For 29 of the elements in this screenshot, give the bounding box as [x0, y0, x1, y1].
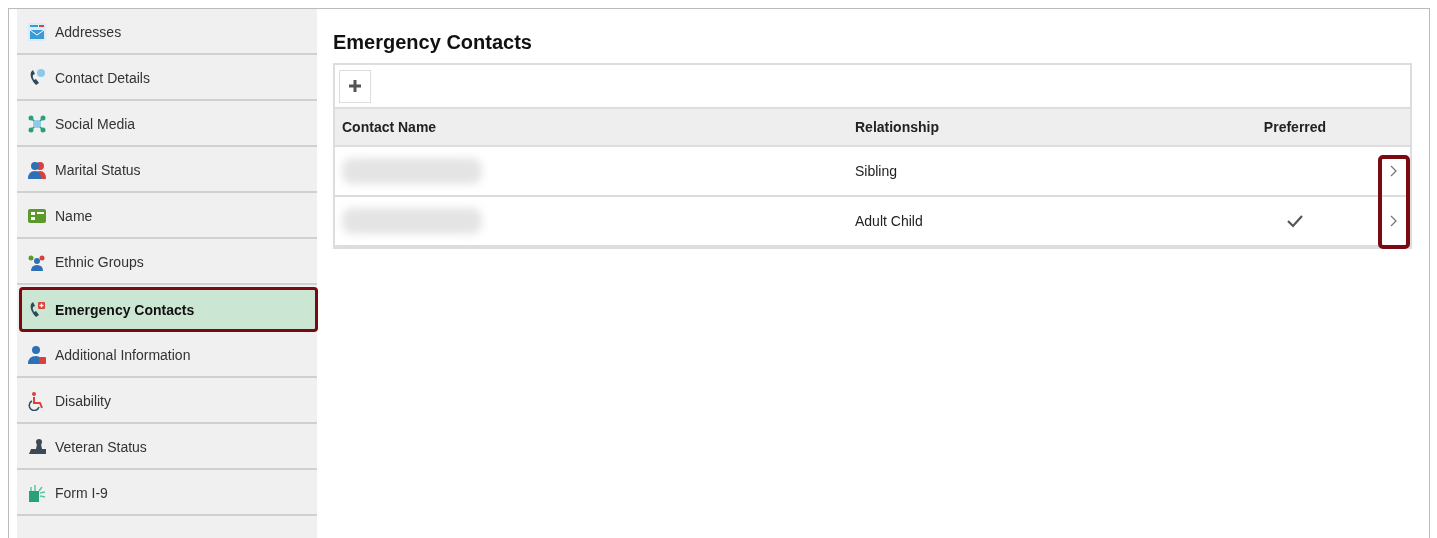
sidebar-item[interactable]: Name [17, 194, 317, 239]
table-cell-text: Sibling [855, 163, 899, 179]
chevron-right-icon[interactable] [1390, 215, 1398, 227]
plus-icon [347, 78, 363, 94]
sidebar-item[interactable]: Veteran Status [17, 425, 317, 470]
people-icon [27, 159, 47, 180]
person-icon [27, 344, 47, 365]
column-header: Contact Name [341, 119, 438, 135]
sidebar-item[interactable]: Marital Status [17, 148, 317, 193]
envelope-card-icon [27, 21, 47, 42]
page-title: Emergency Contacts [333, 31, 533, 54]
sidebar-item[interactable]: Addresses [17, 10, 317, 55]
sidebar-item[interactable]: Form I-9 [17, 471, 317, 516]
table-row[interactable]: Sibling [335, 147, 1410, 197]
network-icon [27, 113, 47, 134]
sidebar-item[interactable]: Additional Information [17, 333, 317, 378]
column-header: Relationship [855, 119, 940, 135]
sidebar-item[interactable]: Emergency Contacts [19, 287, 318, 332]
chevron-right-icon[interactable] [1390, 165, 1398, 177]
add-button[interactable] [339, 69, 371, 103]
badge-icon [27, 482, 47, 503]
stamp-icon [27, 436, 47, 457]
table-row[interactable]: Adult Child [335, 197, 1410, 247]
table-cell-text: Adult Child [855, 213, 924, 229]
sidebar-item[interactable]: Social Media [17, 102, 317, 147]
column-header: Preferred [1262, 119, 1328, 135]
sidebar-item[interactable]: Disability [17, 379, 317, 424]
sidebar-item[interactable]: Contact Details [17, 56, 317, 101]
sidebar-item[interactable]: Ethnic Groups [17, 240, 317, 285]
